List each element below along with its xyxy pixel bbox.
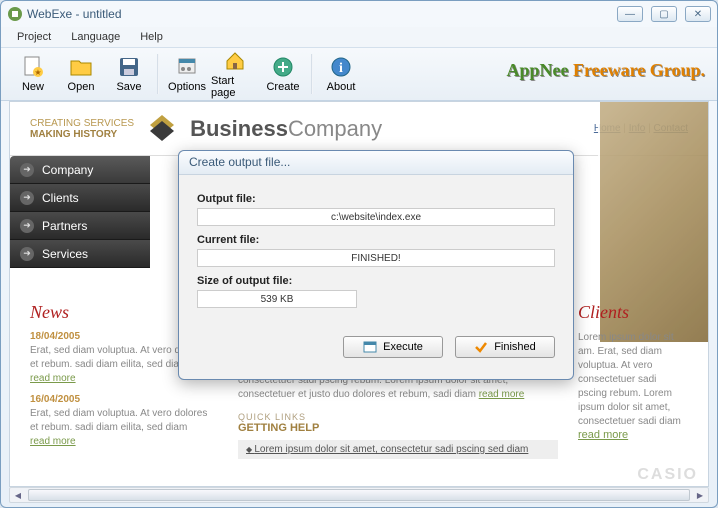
readmore-link[interactable]: read more <box>30 436 76 447</box>
menubar: Project Language Help <box>1 27 717 47</box>
clients-column: Clients Lorem ipsum dolor sit am. Erat, … <box>578 302 688 441</box>
button-label: Start page <box>211 75 259 99</box>
titlebar: WebExe - untitled — ▢ ✕ <box>1 1 717 27</box>
menu-help[interactable]: Help <box>132 29 171 45</box>
options-icon <box>175 55 199 79</box>
menu-language[interactable]: Language <box>63 29 128 45</box>
toolbar-separator <box>157 54 159 94</box>
finished-button[interactable]: Finished <box>455 336 555 358</box>
minimize-button[interactable]: — <box>617 6 643 22</box>
button-label: New <box>22 81 44 93</box>
toolbar: ★ New Open Save Options Start page Creat… <box>1 47 717 101</box>
about-icon: i <box>329 55 353 79</box>
dialog-buttons: Execute Finished <box>179 330 573 364</box>
startpage-button[interactable]: Start page <box>211 50 259 98</box>
window-controls: — ▢ ✕ <box>617 6 711 22</box>
check-icon <box>474 340 488 354</box>
button-label: About <box>327 81 356 93</box>
app-icon <box>7 6 23 22</box>
execute-icon <box>363 340 377 354</box>
scroll-left-button[interactable]: ◀ <box>10 488 26 502</box>
about-button[interactable]: i About <box>317 50 365 98</box>
save-button[interactable]: Save <box>105 50 153 98</box>
create-button[interactable]: Create <box>259 50 307 98</box>
menu-project[interactable]: Project <box>9 29 59 45</box>
save-icon <box>117 55 141 79</box>
mid-column: consectetuer sadi pscing rebum. Lorem ip… <box>238 372 558 459</box>
new-icon: ★ <box>21 55 45 79</box>
nav-services[interactable]: ➜Services <box>10 240 150 268</box>
news-text: Erat, sed diam voluptua. At vero dolores… <box>30 407 210 449</box>
button-label: Save <box>116 81 141 93</box>
button-label: Open <box>68 81 95 93</box>
window-title: WebExe - untitled <box>27 7 122 21</box>
readmore-link[interactable]: read more <box>578 429 628 441</box>
side-nav: ➜Company ➜Clients ➜Partners ➜Services <box>10 156 150 268</box>
execute-button[interactable]: Execute <box>343 336 443 358</box>
clients-text: Lorem ipsum dolor sit am. Erat, sed diam… <box>578 331 688 429</box>
arrow-icon: ➜ <box>20 163 34 177</box>
size-label: Size of output file: <box>197 275 555 287</box>
arrow-icon: ➜ <box>20 247 34 261</box>
new-button[interactable]: ★ New <box>9 50 57 98</box>
quick-link-item[interactable]: Lorem ipsum dolor sit amet, consectetur … <box>238 440 558 459</box>
output-file-value: c:\website\index.exe <box>197 208 555 226</box>
open-icon <box>69 55 93 79</box>
getting-help-label: GETTING HELP <box>238 422 558 434</box>
readmore-link[interactable]: read more <box>479 389 525 400</box>
output-file-label: Output file: <box>197 193 555 205</box>
arrow-icon: ➜ <box>20 219 34 233</box>
maximize-button[interactable]: ▢ <box>651 6 677 22</box>
create-output-dialog: Create output file... Output file: c:\we… <box>178 150 574 380</box>
size-value: 539 KB <box>197 290 357 308</box>
button-label: Options <box>168 81 206 93</box>
svg-text:i: i <box>339 61 343 76</box>
logo-icon <box>144 111 180 147</box>
arrow-icon: ➜ <box>20 191 34 205</box>
horizontal-scrollbar[interactable]: ◀ ▶ <box>9 487 709 503</box>
nav-company[interactable]: ➜Company <box>10 156 150 184</box>
current-file-value: FINISHED! <box>197 249 555 267</box>
clients-title: Clients <box>578 302 688 323</box>
startpage-icon <box>223 49 247 73</box>
casio-logo: CASIO <box>637 466 698 484</box>
brand-name: BusinessCompany <box>190 116 382 142</box>
button-label: Create <box>266 81 299 93</box>
current-file-label: Current file: <box>197 234 555 246</box>
brand-watermark: AppNee Freeware Group. <box>507 60 705 81</box>
scroll-thumb[interactable] <box>28 489 690 501</box>
dialog-title: Create output file... <box>179 151 573 175</box>
quick-links-label: QUICK LINKS <box>238 412 558 422</box>
readmore-link[interactable]: read more <box>30 373 76 384</box>
scroll-right-button[interactable]: ▶ <box>692 488 708 502</box>
create-icon <box>271 55 295 79</box>
toolbar-separator <box>311 54 313 94</box>
nav-clients[interactable]: ➜Clients <box>10 184 150 212</box>
dialog-body: Output file: c:\website\index.exe Curren… <box>179 175 573 330</box>
tagline: CREATING SERVICES MAKING HISTORY <box>30 118 134 140</box>
nav-partners[interactable]: ➜Partners <box>10 212 150 240</box>
open-button[interactable]: Open <box>57 50 105 98</box>
options-button[interactable]: Options <box>163 50 211 98</box>
news-date: 16/04/2005 <box>30 394 210 405</box>
close-button[interactable]: ✕ <box>685 6 711 22</box>
svg-text:★: ★ <box>34 68 41 77</box>
